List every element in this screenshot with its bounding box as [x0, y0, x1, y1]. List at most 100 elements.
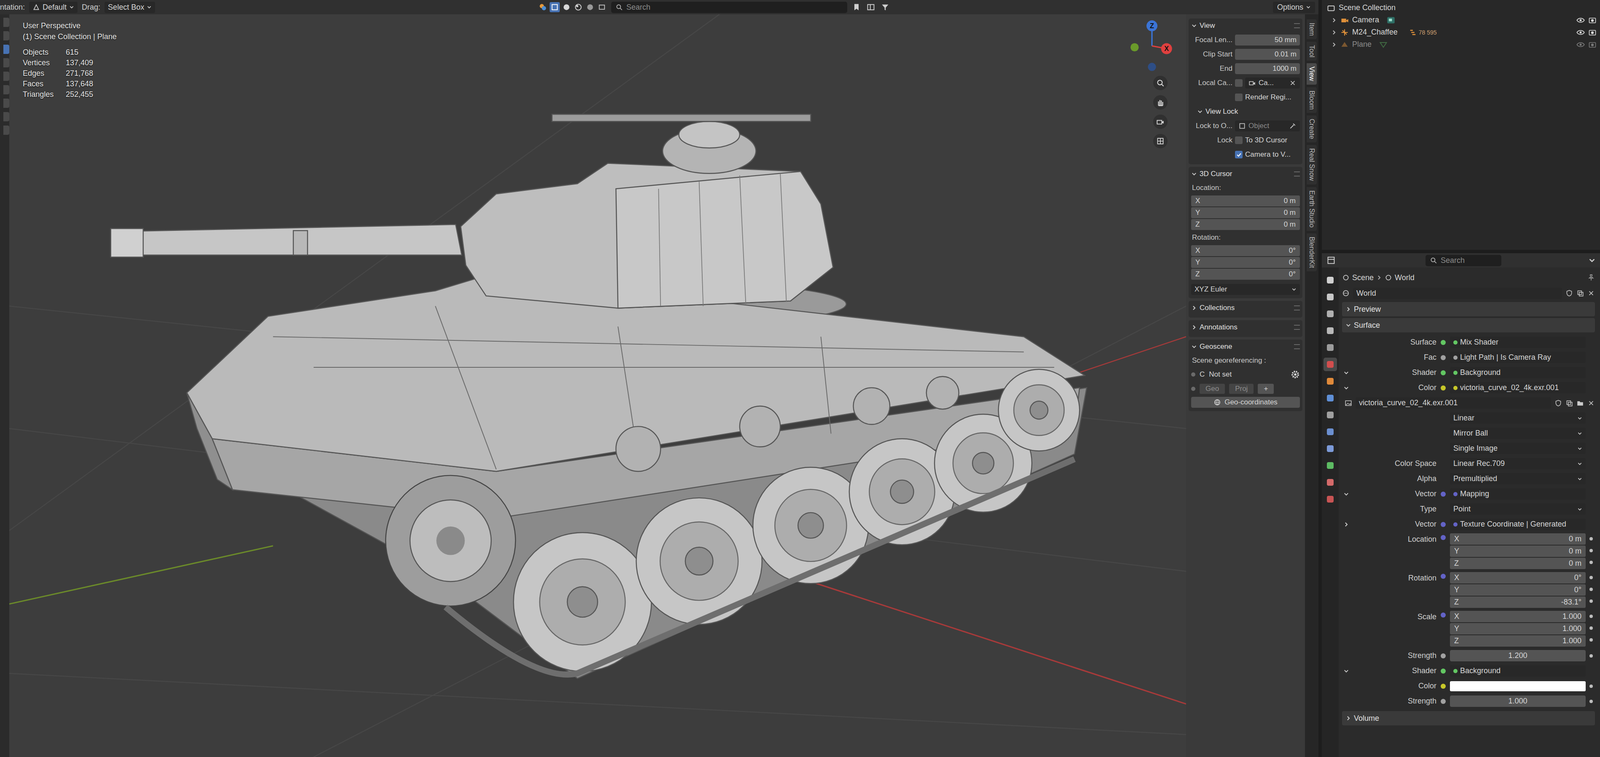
number-field[interactable]: 50 mm — [1234, 34, 1300, 46]
outliner-item[interactable]: Camera — [1325, 13, 1597, 27]
socket-dot[interactable] — [1440, 491, 1446, 497]
number-field[interactable]: 1000 m — [1234, 63, 1300, 75]
grid-icon[interactable] — [1153, 134, 1168, 149]
keyframe-icon[interactable] — [1589, 549, 1593, 553]
properties-tab[interactable] — [1323, 374, 1337, 389]
panel-header[interactable]: 3D Cursor — [1191, 167, 1300, 181]
dropdown-field[interactable]: Point — [1449, 503, 1586, 516]
chevron-icon[interactable] — [1343, 521, 1350, 528]
socket-dot[interactable] — [1440, 385, 1446, 391]
panel-header[interactable]: Surface — [1342, 318, 1595, 333]
properties-tab[interactable] — [1323, 391, 1337, 406]
checkbox[interactable] — [1234, 93, 1243, 102]
tool-button[interactable] — [3, 85, 10, 95]
image-icon[interactable] — [1344, 399, 1353, 408]
number-field[interactable]: X1.000 — [1449, 611, 1586, 623]
chevron-icon[interactable] — [1343, 385, 1350, 392]
zoom-icon[interactable] — [1153, 75, 1168, 91]
keyframe-icon[interactable] — [1589, 626, 1593, 631]
properties-tab[interactable] — [1323, 459, 1337, 473]
number-field[interactable]: Z0° — [1191, 268, 1300, 280]
dropdown-field[interactable]: Single Image — [1449, 442, 1586, 455]
sidebar-tab[interactable]: BlenderKit — [1306, 233, 1317, 272]
fake-user-icon[interactable] — [1565, 289, 1574, 298]
expand-icon[interactable] — [1331, 29, 1337, 36]
fake-user-icon[interactable] — [1554, 399, 1563, 408]
dropdown-field[interactable]: Mirror Ball — [1449, 427, 1586, 440]
number-field[interactable]: 0.01 m — [1234, 48, 1300, 60]
image-name-field[interactable]: victoria_curve_02_4k.exr.001 — [1355, 397, 1552, 409]
world-name-field[interactable]: World — [1353, 287, 1563, 300]
eye-icon[interactable] — [1576, 16, 1585, 25]
number-field[interactable]: Z-83.1° — [1449, 596, 1586, 609]
number-field[interactable]: X0 m — [1449, 533, 1586, 545]
keyframe-icon[interactable] — [1589, 700, 1593, 704]
properties-tab[interactable] — [1323, 273, 1337, 288]
breadcrumb-item[interactable]: World — [1394, 273, 1415, 283]
properties-tab[interactable] — [1323, 442, 1337, 456]
duplicate-icon[interactable] — [1565, 399, 1574, 408]
linked-node-field[interactable]: Mix Shader — [1449, 336, 1586, 349]
chevron-icon[interactable] — [1343, 370, 1350, 376]
tool-button[interactable] — [3, 58, 10, 68]
duplicate-icon[interactable] — [1576, 289, 1584, 298]
tool-button[interactable] — [3, 112, 10, 122]
number-field[interactable]: Y0 m — [1449, 545, 1586, 558]
properties-tab[interactable] — [1323, 475, 1337, 490]
sidebar-tab[interactable]: View — [1306, 63, 1317, 85]
outliner-item[interactable]: Plane — [1325, 38, 1597, 51]
properties-tab[interactable] — [1323, 425, 1337, 439]
tool-button[interactable] — [3, 98, 10, 108]
expand-icon[interactable] — [1331, 41, 1337, 48]
panel-header[interactable]: Volume — [1342, 711, 1595, 726]
sidebar-tab[interactable]: Real Snow — [1306, 144, 1317, 185]
rendered-shading-icon[interactable] — [585, 2, 596, 13]
number-field[interactable]: X0° — [1191, 245, 1300, 257]
chevron-icon[interactable] — [1343, 491, 1350, 498]
editor-type-icon[interactable] — [1326, 255, 1337, 266]
color-swatch[interactable] — [1449, 681, 1586, 692]
keyframe-icon[interactable] — [1589, 576, 1593, 580]
drag-grip-icon[interactable] — [1293, 344, 1300, 350]
properties-tab[interactable] — [1323, 357, 1337, 372]
orientation-dropdown[interactable]: Default — [29, 1, 78, 14]
linked-node-field[interactable]: victoria_curve_02_4k.exr.001 — [1449, 382, 1586, 394]
outliner-item[interactable]: M24_Chaffee78 595 — [1325, 26, 1597, 39]
solid-shading-icon[interactable] — [561, 2, 572, 13]
linked-node-field[interactable]: Light Path | Is Camera Ray — [1449, 351, 1586, 364]
socket-dot[interactable] — [1440, 668, 1446, 674]
sidebar-tab[interactable]: Item — [1306, 19, 1317, 40]
keyframe-icon[interactable] — [1589, 684, 1593, 689]
number-field[interactable]: Z1.000 — [1449, 635, 1586, 647]
folder-icon[interactable] — [1576, 399, 1584, 408]
socket-dot[interactable] — [1440, 699, 1446, 705]
properties-tab[interactable] — [1323, 340, 1337, 355]
number-field[interactable]: Y0° — [1191, 257, 1300, 269]
drag-grip-icon[interactable] — [1293, 23, 1300, 29]
layout-icon[interactable] — [865, 2, 876, 13]
dropdown-field[interactable]: Linear — [1449, 412, 1586, 425]
unlink-icon[interactable] — [1587, 399, 1595, 408]
bookmark-icon[interactable] — [851, 2, 862, 13]
sidebar-tab[interactable]: Create — [1306, 115, 1317, 143]
eye-icon[interactable] — [1576, 28, 1585, 37]
properties-tab[interactable] — [1323, 408, 1337, 422]
panel-header[interactable]: View — [1191, 19, 1300, 33]
number-field[interactable]: 1.200 — [1449, 650, 1586, 662]
keyframe-icon[interactable] — [1589, 614, 1593, 619]
tool-button[interactable] — [3, 125, 10, 135]
tool-button[interactable] — [3, 31, 10, 41]
options-button[interactable]: Options — [1272, 1, 1316, 14]
axis-gizmo[interactable]: ZX — [1124, 18, 1180, 74]
sidebar-tab[interactable]: Earth Studio — [1306, 187, 1317, 231]
wireframe-toggle-icon[interactable] — [549, 2, 560, 13]
gizmo-toggle-icon[interactable] — [596, 2, 607, 13]
chevron-icon[interactable] — [1343, 668, 1350, 675]
rotation-mode-dropdown[interactable]: XYZ Euler — [1191, 284, 1300, 296]
camera-field[interactable]: Ca... — [1245, 77, 1300, 89]
tool-button[interactable] — [3, 71, 10, 81]
geo-coordinates-button[interactable]: Geo-coordinates — [1191, 397, 1300, 409]
drag-grip-icon[interactable] — [1293, 171, 1300, 177]
socket-dot[interactable] — [1440, 574, 1446, 580]
tool-button[interactable] — [3, 17, 10, 27]
